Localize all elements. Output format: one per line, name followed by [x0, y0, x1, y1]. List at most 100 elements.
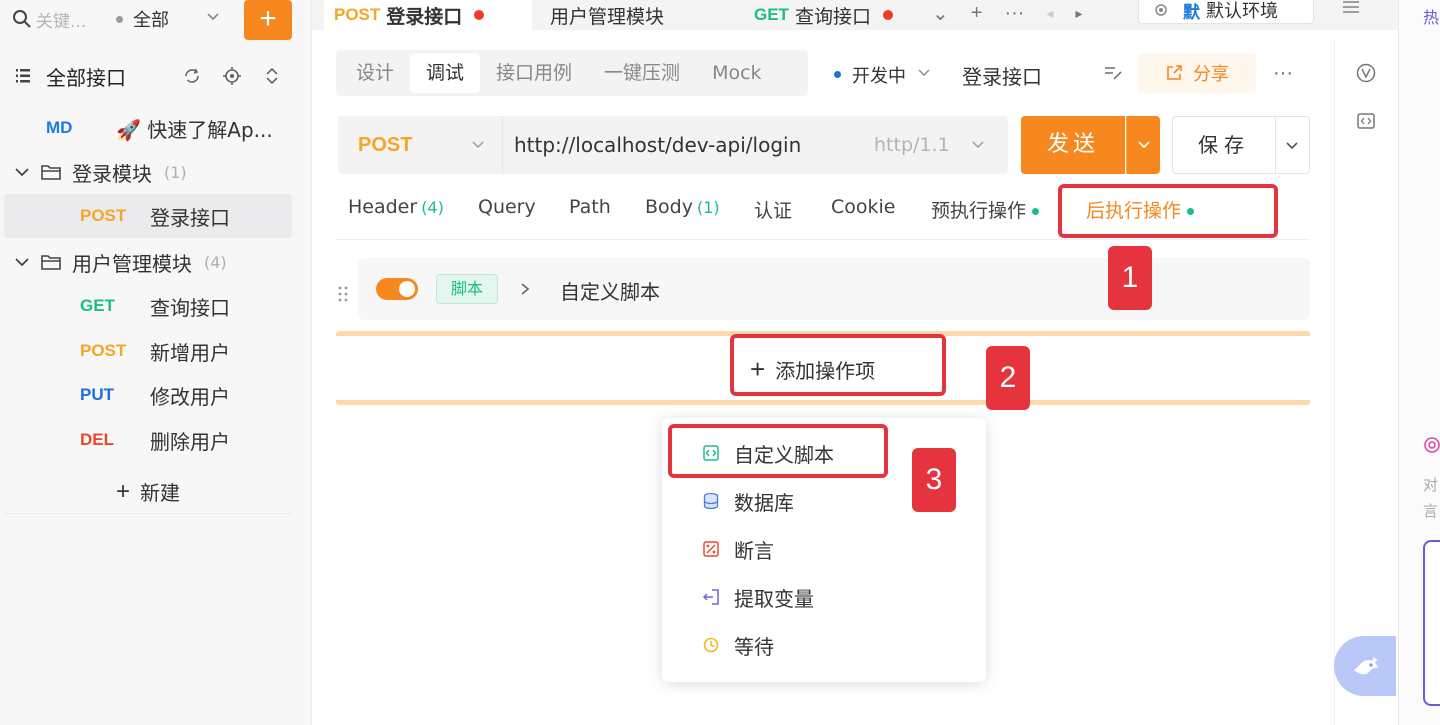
tab-header[interactable]: Header (4) [348, 196, 444, 218]
enable-toggle[interactable] [376, 278, 418, 300]
item-name: 修改用户 [150, 384, 230, 409]
tab-label: Cookie [831, 196, 896, 218]
send-button[interactable]: 发送 [1021, 116, 1125, 174]
environment-select[interactable]: 默 默认环境 [1138, 0, 1314, 24]
ai-assistant-button[interactable] [1334, 636, 1396, 696]
folder-login[interactable]: 登录模块 (1) [0, 150, 300, 194]
post-processor-item[interactable]: 脚本 自定义脚本 [358, 258, 1310, 320]
variable-icon[interactable] [1355, 62, 1377, 84]
target-icon[interactable] [1423, 436, 1440, 454]
refresh-icon[interactable] [182, 66, 202, 86]
clock-icon [703, 637, 719, 653]
api-name[interactable]: 登录接口 [962, 61, 1042, 90]
new-tab-button[interactable]: + [971, 2, 983, 25]
expand-collapse-icon[interactable] [262, 66, 282, 86]
tab-debug[interactable]: 调试 [410, 53, 481, 93]
tab-method: GET [754, 5, 789, 24]
chevron-down-icon[interactable] [14, 166, 30, 178]
folder-name: 用户管理模块 [72, 251, 192, 276]
search-icon [13, 10, 31, 28]
method-label: DEL [80, 430, 114, 449]
method-select[interactable]: POST [358, 134, 412, 157]
chevron-down-icon[interactable] [14, 256, 30, 268]
menu-item-assertion[interactable]: 断言 [702, 534, 774, 564]
gear-icon [1155, 4, 1167, 16]
tabs-prev-icon[interactable]: ◂ [1046, 5, 1053, 22]
chevron-down-icon[interactable] [972, 140, 984, 149]
tab-design[interactable]: 设计 [340, 53, 410, 93]
save-button[interactable]: 保存 [1172, 116, 1276, 174]
chevron-down-icon[interactable] [472, 140, 484, 149]
menu-icon[interactable] [1342, 0, 1360, 14]
share-button[interactable]: 分享 [1138, 53, 1256, 93]
tree-item-delete-user[interactable]: DEL 删除用户 [0, 418, 300, 462]
item-name: 🚀 快速了解Ap... [116, 117, 273, 142]
tree-item-edit-user[interactable]: PUT 修改用户 [0, 373, 300, 417]
panel-text: 热 [1423, 8, 1440, 27]
tree-item-login-api[interactable]: POST 登录接口 [4, 194, 292, 238]
menu-item-label: 数据库 [734, 490, 794, 515]
tab-name: 用户管理模块 [550, 5, 665, 28]
right-side-panel: 热 对 言 [1398, 0, 1440, 725]
save-options-button[interactable] [1276, 116, 1310, 174]
tab-auth[interactable]: 认证 [754, 196, 792, 223]
folder-icon [41, 255, 61, 270]
annotation-highlight-3 [668, 424, 888, 478]
search-placeholder: 关键... [36, 11, 87, 32]
protocol-select[interactable]: http/1.1 [874, 134, 950, 156]
add-button[interactable]: + [244, 0, 292, 40]
item-name: 登录接口 [150, 205, 230, 230]
status-select[interactable]: 开发中 [852, 62, 906, 88]
filter-select[interactable]: 全部 [133, 6, 169, 32]
tree-item-add-user[interactable]: POST 新增用户 [0, 329, 300, 373]
method-label: PUT [80, 385, 114, 404]
tab-label: 预执行操作 [931, 200, 1027, 222]
tab-path[interactable]: Path [569, 196, 611, 218]
menu-item-database[interactable]: 数据库 [702, 486, 794, 516]
tab-load-test[interactable]: 一键压测 [588, 53, 696, 93]
tab-test-cases[interactable]: 接口用例 [480, 53, 588, 93]
tree-item-query-api[interactable]: GET 查询接口 [0, 284, 300, 328]
tab-label: Query [478, 196, 536, 218]
tabs-next-icon[interactable]: ▸ [1075, 5, 1082, 22]
more-icon[interactable]: ··· [1273, 62, 1293, 85]
tabs-more-button[interactable]: ··· [1004, 2, 1024, 25]
sidebar: 关键... 全部 + 全部接口 MD 🚀 快速了解Ap... 登录模块 (1) … [0, 0, 312, 725]
tab-query-api[interactable]: GET 查询接口 [754, 0, 893, 30]
tabs-dropdown-icon[interactable]: ⌄ [932, 1, 949, 26]
tab-name: 查询接口 [794, 5, 871, 28]
folder-user-management[interactable]: 用户管理模块 (4) [0, 240, 300, 284]
search-input[interactable]: 关键... 全部 [12, 2, 234, 36]
panel-card[interactable] [1423, 540, 1440, 706]
tab-cookie[interactable]: Cookie [831, 196, 896, 218]
new-button[interactable]: + 新建 [4, 470, 292, 514]
tree-item-quickstart[interactable]: MD 🚀 快速了解Ap... [0, 106, 300, 150]
share-label: 分享 [1193, 64, 1229, 85]
edit-icon[interactable] [1103, 64, 1123, 82]
extract-icon [702, 589, 719, 605]
code-icon[interactable] [1355, 110, 1377, 132]
annotation-badge-2: 2 [986, 346, 1030, 410]
tab-count: (1) [696, 198, 720, 217]
tab-login-api[interactable]: POST 登录接口 [324, 0, 532, 30]
environment-name: 默认环境 [1206, 1, 1278, 22]
tab-query[interactable]: Query [478, 196, 536, 218]
menu-item-label: 等待 [734, 634, 774, 659]
tab-body[interactable]: Body (1) [645, 196, 720, 218]
chevron-down-icon[interactable] [206, 12, 220, 22]
chevron-right-icon[interactable] [520, 282, 530, 296]
tab-mock[interactable]: Mock [696, 53, 777, 93]
tab-pre-processors[interactable]: 预执行操作 [931, 196, 1040, 223]
tab-user-management[interactable]: 用户管理模块 [550, 0, 664, 30]
drag-handle-icon[interactable] [336, 285, 350, 303]
menu-item-extract-variable[interactable]: 提取变量 [702, 582, 814, 612]
url-input[interactable]: http://localhost/dev-api/login [514, 133, 801, 157]
menu-item-wait[interactable]: 等待 [702, 630, 774, 660]
send-options-button[interactable] [1126, 116, 1160, 174]
tree-header: 全部接口 [14, 56, 304, 96]
filter-dot-icon [116, 15, 123, 23]
assert-icon [703, 541, 719, 557]
locate-icon[interactable] [222, 66, 242, 86]
chevron-down-icon[interactable] [918, 68, 930, 77]
tab-label: Header [348, 196, 418, 218]
